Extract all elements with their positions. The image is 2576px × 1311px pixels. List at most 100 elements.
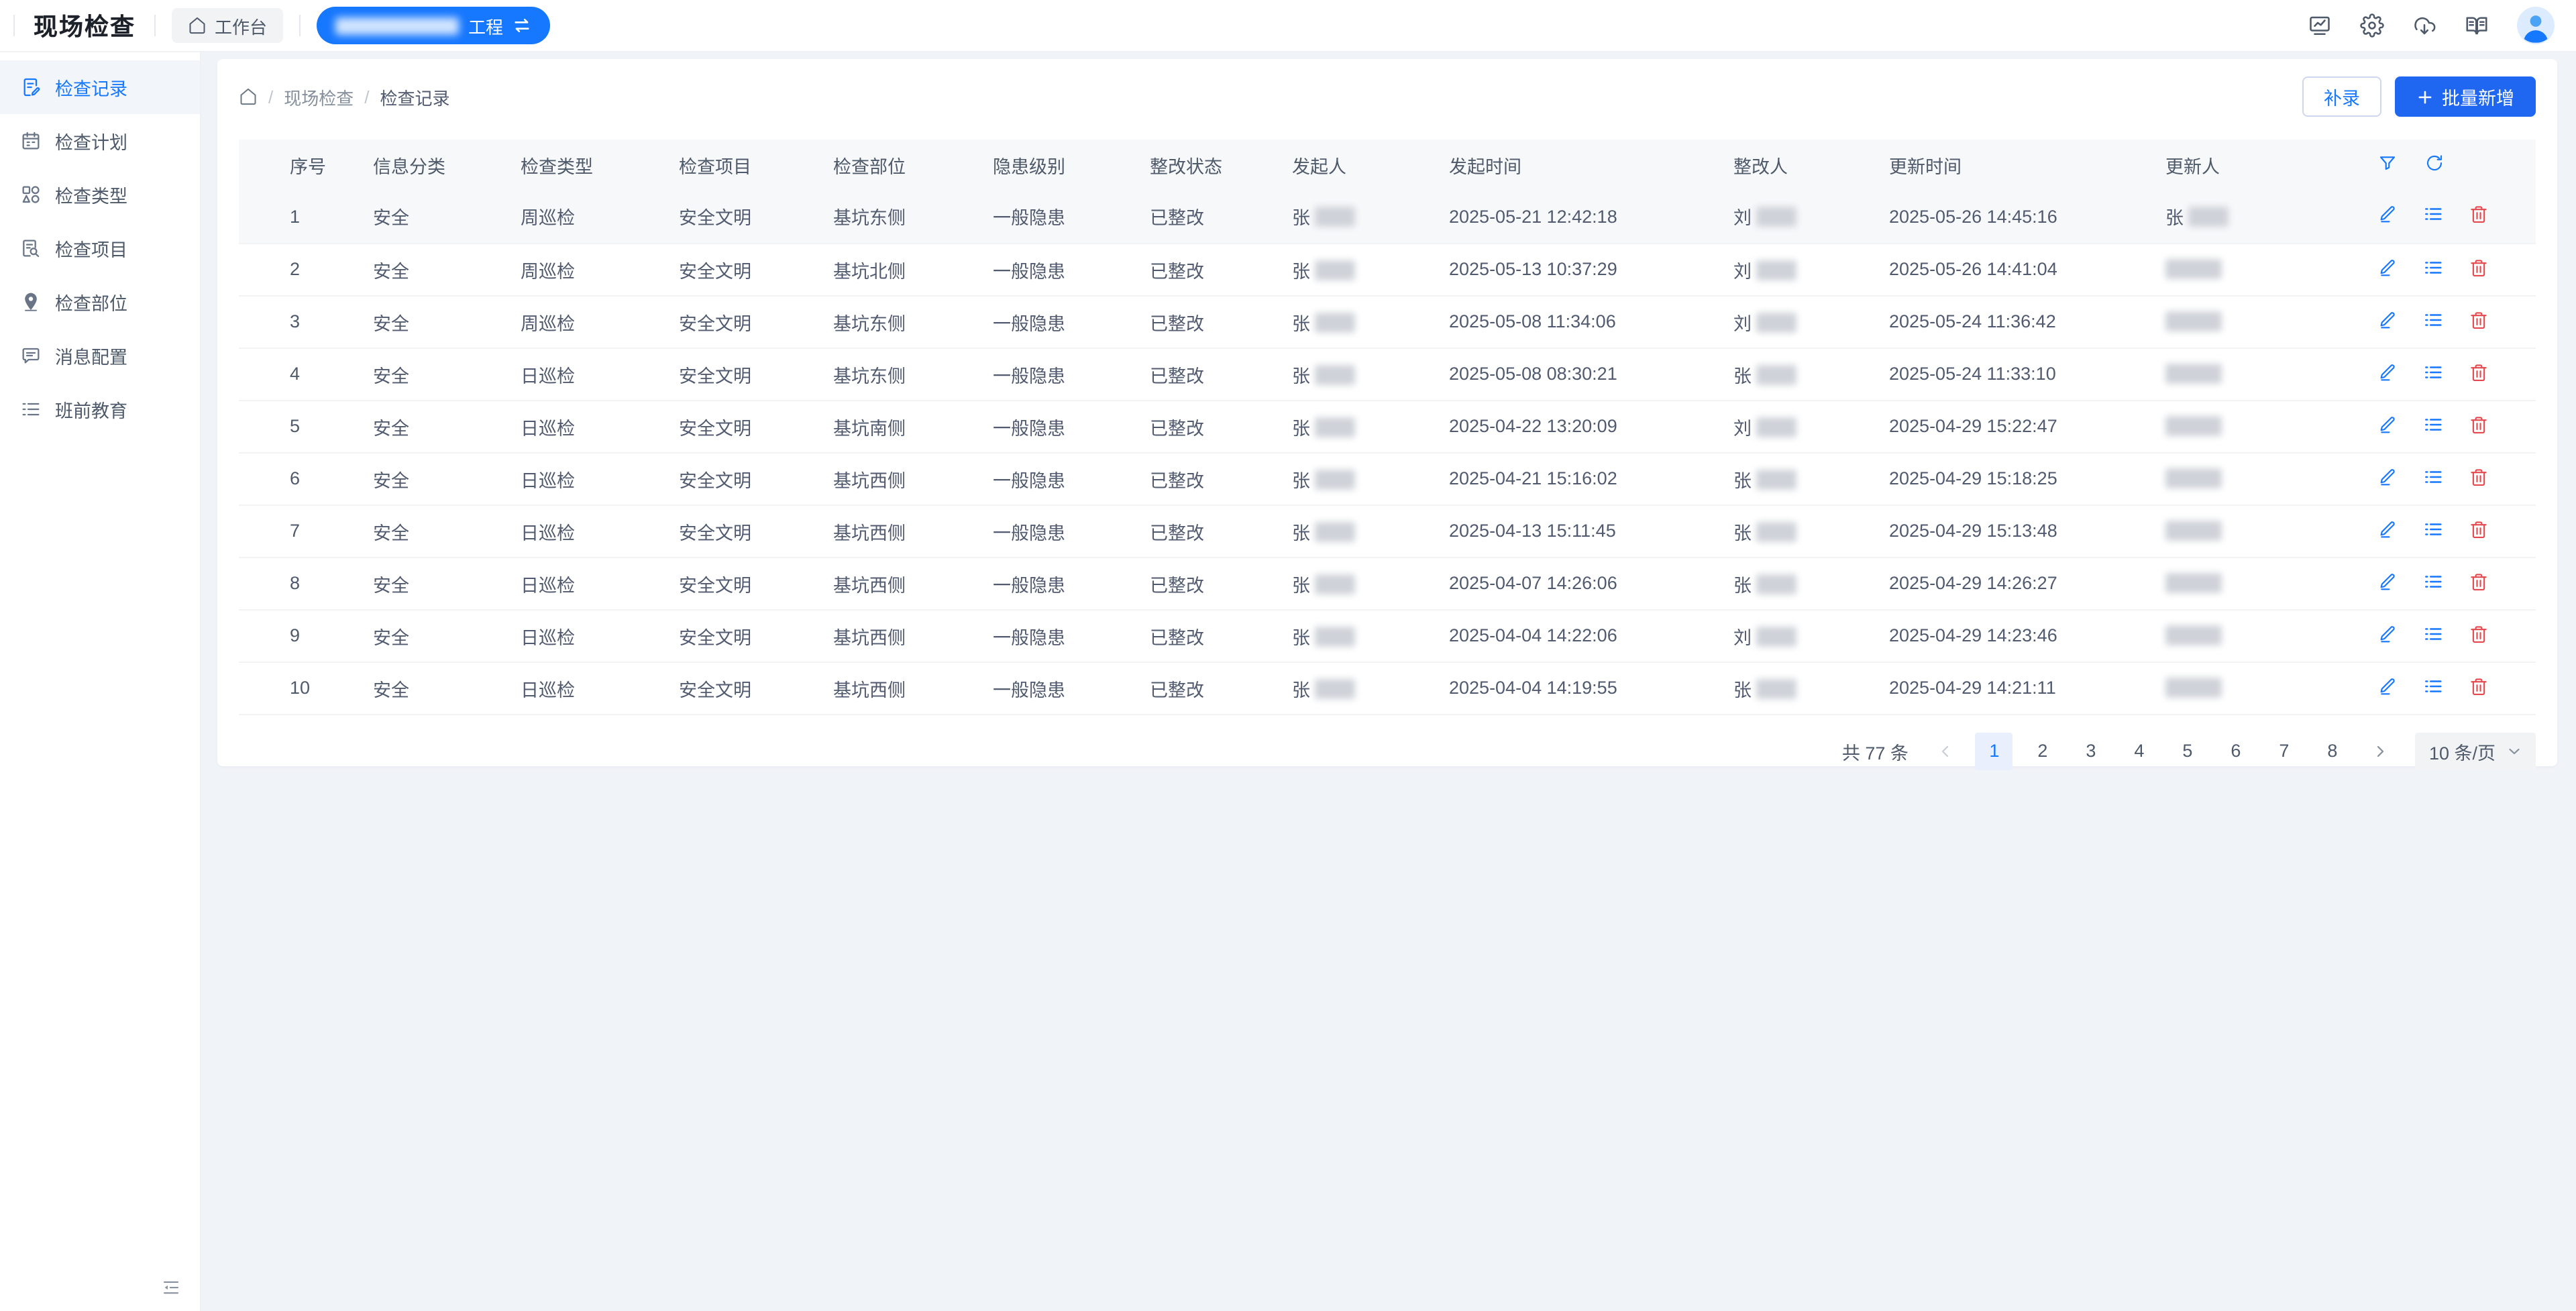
avatar[interactable] xyxy=(2517,7,2555,44)
detail-list-icon[interactable] xyxy=(2423,205,2443,225)
supplement-button[interactable]: 补录 xyxy=(2302,76,2381,117)
prev-page-button[interactable] xyxy=(1927,732,1965,770)
cloud-download-icon[interactable] xyxy=(2412,13,2436,38)
collapse-sidebar-icon[interactable] xyxy=(161,1277,181,1298)
edit-icon[interactable] xyxy=(2377,309,2398,329)
page-7-button[interactable]: 7 xyxy=(2265,732,2303,770)
edit-icon[interactable] xyxy=(2377,466,2398,486)
table-row[interactable]: 8 安全 日巡检 安全文明 基坑西侧 一般隐患 已整改 张 2025-04-07… xyxy=(239,557,2536,609)
delete-icon[interactable] xyxy=(2468,519,2488,539)
app-title: 现场检查 xyxy=(31,8,138,43)
edit-icon[interactable] xyxy=(2377,257,2398,277)
table-row[interactable]: 7 安全 日巡检 安全文明 基坑西侧 一般隐患 已整改 张 2025-04-13… xyxy=(239,505,2536,557)
cell-category: 安全 xyxy=(368,557,515,609)
cell-initiator: 张 xyxy=(1287,662,1444,714)
page-5-button[interactable]: 5 xyxy=(2169,732,2206,770)
delete-icon[interactable] xyxy=(2468,466,2488,486)
edit-icon[interactable] xyxy=(2377,571,2398,591)
cell-initiator: 张 xyxy=(1287,557,1444,609)
delete-icon[interactable] xyxy=(2468,362,2488,382)
column-header-type: 检查类型 xyxy=(515,140,674,191)
next-page-button[interactable] xyxy=(2362,732,2400,770)
page-4-button[interactable]: 4 xyxy=(2121,732,2158,770)
batch-add-button[interactable]: 批量新增 xyxy=(2395,76,2536,117)
page-3-button[interactable]: 3 xyxy=(2072,732,2110,770)
cell-category: 安全 xyxy=(368,609,515,662)
gear-icon[interactable] xyxy=(2360,13,2384,38)
sidebar-item-2[interactable]: 检查计划 xyxy=(0,114,200,168)
detail-list-icon[interactable] xyxy=(2423,623,2443,643)
filter-icon[interactable] xyxy=(2377,153,2398,173)
table-row[interactable]: 3 安全 周巡检 安全文明 基坑东侧 一般隐患 已整改 张 2025-05-08… xyxy=(239,295,2536,348)
detail-list-icon[interactable] xyxy=(2423,362,2443,382)
redacted-name xyxy=(2165,311,2222,331)
refresh-icon[interactable] xyxy=(2424,153,2445,173)
cell-index: 2 xyxy=(239,243,368,295)
cell-updater xyxy=(2160,662,2343,714)
detail-list-icon[interactable] xyxy=(2423,519,2443,539)
redacted-name xyxy=(1314,364,1354,384)
table-row[interactable]: 5 安全 日巡检 安全文明 基坑南侧 一般隐患 已整改 张 2025-04-22… xyxy=(239,400,2536,452)
page-size-value: 10 条/页 xyxy=(2429,737,2496,764)
sidebar-item-3[interactable]: 检查类型 xyxy=(0,168,200,221)
detail-list-icon[interactable] xyxy=(2423,676,2443,696)
cell-part: 基坑南侧 xyxy=(828,400,987,452)
cell-initiated-at: 2025-04-21 15:16:02 xyxy=(1444,452,1728,505)
cell-initiated-at: 2025-05-13 10:37:29 xyxy=(1444,243,1728,295)
cell-index: 10 xyxy=(239,662,368,714)
workbench-label: 工作台 xyxy=(215,13,267,38)
book-icon[interactable] xyxy=(2465,13,2489,38)
cell-category: 安全 xyxy=(368,191,515,243)
edit-icon[interactable] xyxy=(2377,676,2398,696)
detail-list-icon[interactable] xyxy=(2423,414,2443,434)
page-2-button[interactable]: 2 xyxy=(2024,732,2061,770)
edit-icon[interactable] xyxy=(2377,205,2398,225)
table-row[interactable]: 6 安全 日巡检 安全文明 基坑西侧 一般隐患 已整改 张 2025-04-21… xyxy=(239,452,2536,505)
table-header-row: 序号 信息分类 检查类型 检查项目 检查部位 隐患级别 整改状态 发起人 发起时… xyxy=(239,140,2536,191)
cell-item: 安全文明 xyxy=(674,348,828,400)
monitor-chart-icon[interactable] xyxy=(2308,13,2332,38)
page-8-button[interactable]: 8 xyxy=(2314,732,2351,770)
page-1-button[interactable]: 1 xyxy=(1976,732,2013,770)
edit-icon[interactable] xyxy=(2377,362,2398,382)
table-row[interactable]: 10 安全 日巡检 安全文明 基坑西侧 一般隐患 已整改 张 2025-04-0… xyxy=(239,662,2536,714)
delete-icon[interactable] xyxy=(2468,571,2488,591)
delete-icon[interactable] xyxy=(2468,309,2488,329)
redacted-name xyxy=(1756,678,1796,698)
cell-updater xyxy=(2160,452,2343,505)
detail-list-icon[interactable] xyxy=(2423,571,2443,591)
table-row[interactable]: 2 安全 周巡检 安全文明 基坑北侧 一般隐患 已整改 张 2025-05-13… xyxy=(239,243,2536,295)
cell-actions xyxy=(2343,505,2536,557)
detail-list-icon[interactable] xyxy=(2423,466,2443,486)
delete-icon[interactable] xyxy=(2468,623,2488,643)
breadcrumb: / 现场检查 / 检查记录 xyxy=(239,84,450,109)
edit-icon[interactable] xyxy=(2377,414,2398,434)
edit-icon[interactable] xyxy=(2377,519,2398,539)
table-row[interactable]: 9 安全 日巡检 安全文明 基坑西侧 一般隐患 已整改 张 2025-04-04… xyxy=(239,609,2536,662)
delete-icon[interactable] xyxy=(2468,205,2488,225)
detail-list-icon[interactable] xyxy=(2423,257,2443,277)
cell-part: 基坑西侧 xyxy=(828,609,987,662)
cell-type: 日巡检 xyxy=(515,505,674,557)
edit-icon[interactable] xyxy=(2377,623,2398,643)
breadcrumb-item[interactable]: 现场检查 xyxy=(284,84,354,109)
breadcrumb-current: 检查记录 xyxy=(380,84,450,109)
sidebar-item-5[interactable]: 检查部位 xyxy=(0,275,200,329)
sidebar-item-6[interactable]: 消息配置 xyxy=(0,329,200,382)
table-row[interactable]: 1 安全 周巡检 安全文明 基坑东侧 一般隐患 已整改 张 2025-05-21… xyxy=(239,191,2536,243)
page-size-select[interactable]: 10 条/页 xyxy=(2416,732,2536,770)
location-pin-icon xyxy=(20,291,42,313)
workbench-button[interactable]: 工作台 xyxy=(172,8,283,43)
sidebar-item-1[interactable]: 检查记录 xyxy=(0,60,200,114)
table-row[interactable]: 4 安全 日巡检 安全文明 基坑东侧 一般隐患 已整改 张 2025-05-08… xyxy=(239,348,2536,400)
detail-list-icon[interactable] xyxy=(2423,309,2443,329)
delete-icon[interactable] xyxy=(2468,414,2488,434)
project-switcher-button[interactable]: 工程 xyxy=(317,7,550,44)
page-6-button[interactable]: 6 xyxy=(2217,732,2255,770)
sidebar-item-7[interactable]: 班前教育 xyxy=(0,382,200,436)
delete-icon[interactable] xyxy=(2468,676,2488,696)
sidebar-item-4[interactable]: 检查项目 xyxy=(0,221,200,275)
breadcrumb-home-icon[interactable] xyxy=(239,87,258,106)
toolbar: 补录 批量新增 xyxy=(2302,76,2536,117)
delete-icon[interactable] xyxy=(2468,257,2488,277)
